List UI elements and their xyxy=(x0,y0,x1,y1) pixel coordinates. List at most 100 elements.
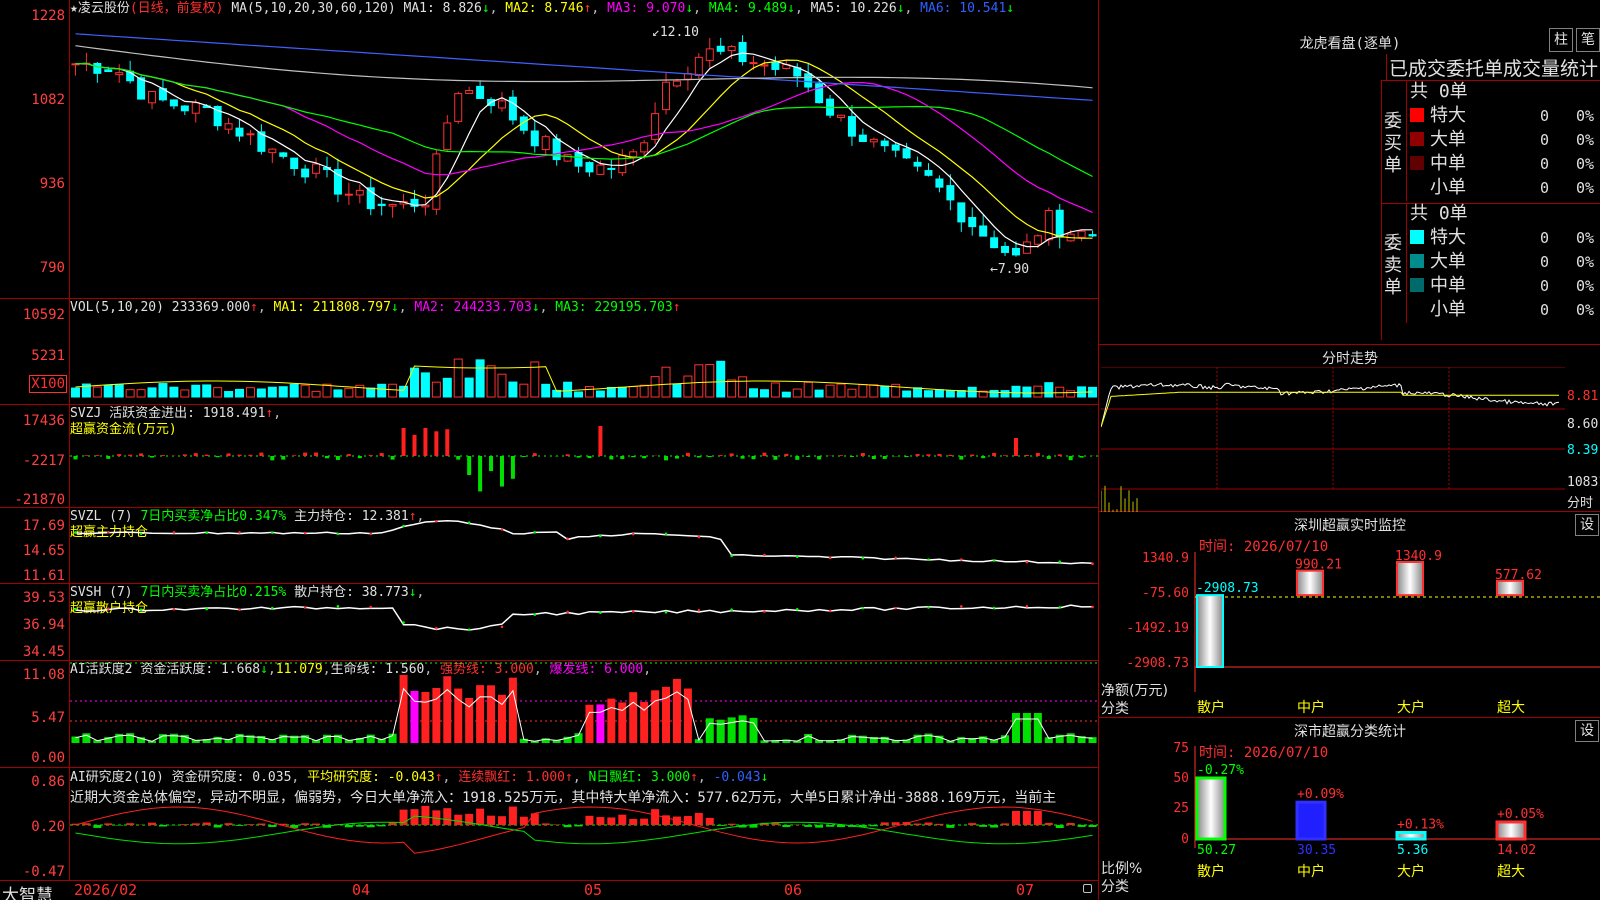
svzj-bar xyxy=(390,456,395,460)
svzl-dot xyxy=(828,556,832,560)
svsh-dot xyxy=(599,611,602,614)
candle-body xyxy=(738,41,747,63)
tick-mode-button[interactable]: 笔 xyxy=(1576,28,1600,52)
bar-mode-button[interactable]: 柱 xyxy=(1549,28,1573,52)
svzl-dot xyxy=(763,553,766,557)
brand-logo: 大智慧 xyxy=(2,886,53,900)
monitor-chart[interactable]: 1340.9 -75.60 -1492.19 -2908.73 -2908.73 散户 99… xyxy=(1099,512,1600,718)
svsh-dot xyxy=(336,605,340,608)
svsh-dot xyxy=(271,606,274,610)
svsh-dot xyxy=(402,621,405,624)
volume-bar xyxy=(1022,386,1032,398)
svzl-panel[interactable]: 17.69 14.65 11.61 SVZL (7) 7日内买卖净占比0.347… xyxy=(0,508,1098,584)
high-price-label: ↙12.10 xyxy=(652,25,699,40)
activity-bar xyxy=(749,717,758,743)
research-bar xyxy=(246,824,255,825)
research-bar xyxy=(191,823,200,825)
svzj-bar xyxy=(970,454,975,456)
svsh-dot xyxy=(467,628,471,631)
research-bar xyxy=(990,825,999,828)
svsh-dot xyxy=(566,610,569,614)
svzj-bar xyxy=(182,454,187,456)
price-label: 936 xyxy=(39,176,65,192)
buy-total: 共 0单 xyxy=(1410,81,1468,102)
svzj-bar xyxy=(117,454,122,456)
ai-research-panel[interactable]: 0.86 0.20 -0.47 AI研究度2(10) 资金研究度: 0.035,… xyxy=(0,768,1098,880)
monitor-panel[interactable]: 深圳超赢实时监控 设 时间: 2026/07/10 1340.9 -75.60 -1… xyxy=(1099,512,1600,718)
volume-bar xyxy=(103,384,113,398)
activity-bar xyxy=(607,698,616,743)
buy-row-s: 小单 0 0% xyxy=(1410,177,1600,199)
svzj-chart[interactable] xyxy=(70,405,1098,508)
ai-research-chart[interactable] xyxy=(70,768,1098,880)
svzl-chart[interactable] xyxy=(70,508,1098,584)
class-cat-label: 大户 xyxy=(1397,863,1425,880)
volume-bar xyxy=(869,384,879,398)
svsh-chart[interactable] xyxy=(70,584,1098,661)
research-bar xyxy=(377,825,386,827)
research-line-green xyxy=(75,815,1093,845)
candle-body xyxy=(968,216,977,228)
svzj-bar xyxy=(904,456,909,458)
research-bar xyxy=(224,823,233,825)
lhb-panel: 龙虎看盘(逐单) 柱 笔 已成交委托单成交量统计 委买单 共 0单 特大 0 0% … xyxy=(1099,0,1600,345)
class-stat-panel[interactable]: 深市超赢分类统计 设 时间: 2026/07/10 75 50 25 0 -0.27% 5… xyxy=(1099,718,1600,900)
svzl-line xyxy=(75,520,1093,565)
volume-bar xyxy=(945,390,955,398)
candle-body xyxy=(858,134,867,142)
volume-bar xyxy=(388,383,398,398)
candle-body xyxy=(629,151,638,158)
svsh-dot xyxy=(500,625,504,629)
svsh-dot xyxy=(697,608,701,612)
candlestick-chart[interactable] xyxy=(70,0,1098,299)
svsh-line xyxy=(75,604,1093,631)
volume-panel[interactable]: 10592 5231 X100 VOL(5,10,20) 233369.000↑… xyxy=(0,299,1098,405)
activity-line xyxy=(75,687,1093,742)
svsh-panel[interactable]: 39.53 36.94 34.45 SVSH (7) 7日内买卖净占比0.215… xyxy=(0,584,1098,661)
svzj-axis: 17436 -2217 -21870 xyxy=(0,405,70,507)
svzj-bar xyxy=(981,456,986,459)
class-cat-label: 中户 xyxy=(1297,863,1325,880)
svzj-bar xyxy=(499,456,504,487)
svzj-bar xyxy=(871,456,876,460)
research-bar xyxy=(1066,822,1075,825)
ai-research-label: 0.20 xyxy=(31,819,65,835)
intraday-panel[interactable]: 分时走势 8.81 8.60 8.39 10831 分时 xyxy=(1099,345,1600,512)
ai-activity-panel[interactable]: 11.08 5.47 0.00 AI活跃度2 资金活跃度: 1.668↓,11.… xyxy=(0,661,1098,768)
candlestick-panel[interactable]: 1228 1082 936 790 ★凌云股份(日线，前复权) MA(5,10,… xyxy=(0,0,1098,299)
ai-activity-chart[interactable] xyxy=(70,661,1098,768)
research-bar xyxy=(366,825,375,828)
volume-bar xyxy=(727,379,737,398)
svzl-dot xyxy=(369,532,373,536)
volume-bar xyxy=(191,384,201,398)
activity-bar xyxy=(738,715,747,743)
volume-bar xyxy=(923,390,933,398)
volume-bar xyxy=(486,365,496,398)
svsh-dot xyxy=(139,608,143,611)
svzl-dot xyxy=(435,519,438,523)
volume-unit: X100 xyxy=(29,375,67,393)
candle-body xyxy=(508,96,517,121)
volume-chart[interactable] xyxy=(70,299,1098,405)
svzj-bar xyxy=(401,428,406,456)
volume-bar xyxy=(366,387,376,398)
research-bar xyxy=(815,825,824,828)
activity-bar xyxy=(443,676,452,743)
svzj-bar xyxy=(237,454,242,456)
intraday-price-label: 8.39 xyxy=(1567,443,1599,458)
svsh-dot xyxy=(303,606,307,609)
class-stat-ylabel: 比例% xyxy=(1101,861,1143,877)
research-bar xyxy=(82,823,91,825)
intraday-chart[interactable] xyxy=(1101,367,1565,512)
lock-icon[interactable] xyxy=(1083,884,1092,893)
class-bar-value: 14.02 xyxy=(1497,843,1536,858)
svzj-bar xyxy=(73,456,78,460)
research-bar xyxy=(804,825,813,827)
volume-label: 5231 xyxy=(31,348,65,364)
research-bar xyxy=(180,824,189,825)
volume-bar xyxy=(650,376,660,398)
svzj-bar xyxy=(948,454,953,456)
class-stat-chart[interactable]: 75 50 25 0 -0.27% 50.27 散户 +0.09% 30.35 中户 +0.13% 5… xyxy=(1099,718,1600,900)
svzj-panel[interactable]: 17436 -2217 -21870 SVZJ 活跃资金进出: 1918.491… xyxy=(0,405,1098,508)
svzj-bar xyxy=(281,456,286,460)
